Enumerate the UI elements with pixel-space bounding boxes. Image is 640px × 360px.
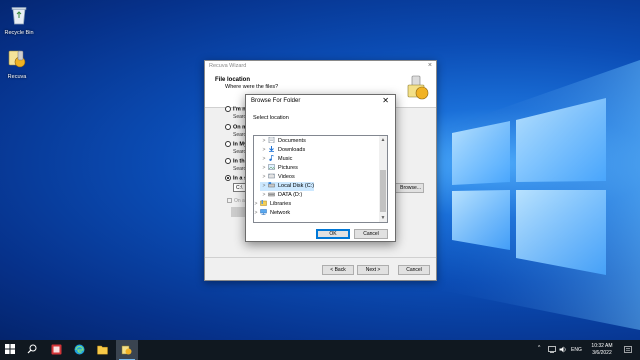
expand-arrow-icon[interactable]: >	[260, 173, 268, 182]
tree-scrollbar[interactable]: ▲ ▼	[379, 136, 387, 222]
downloads-icon	[269, 145, 274, 152]
tree-item-network[interactable]: > Network	[254, 208, 291, 218]
scrollbar-thumb[interactable]	[380, 170, 386, 212]
radio-button[interactable]	[225, 124, 231, 130]
expand-arrow-icon[interactable]: >	[254, 209, 260, 218]
taskbar-clock[interactable]: 10:32 AM 3/6/2022	[590, 343, 614, 356]
scroll-up-arrow-icon[interactable]: ▲	[379, 136, 387, 144]
tree-item-label: Libraries	[270, 201, 292, 207]
taskbar-edge[interactable]	[69, 340, 91, 360]
tree-item-label: Network	[270, 210, 291, 216]
deep-scan-option[interactable]: On a	[227, 198, 245, 204]
start-button[interactable]	[0, 340, 22, 360]
desktop-icon-label: Recuva	[7, 74, 27, 80]
recycle-bin-icon	[11, 7, 27, 25]
dialog-titlebar[interactable]: Browse For Folder ✕	[246, 95, 395, 109]
notifications-icon[interactable]	[624, 346, 632, 354]
windows-start-icon	[5, 344, 15, 354]
option-label: I'm n	[233, 106, 246, 113]
next-button[interactable]: Next >	[357, 265, 389, 275]
tree-item-label: Local Disk (C:)	[278, 183, 315, 189]
desktop-icon-recycle-bin[interactable]: Recycle Bin	[2, 4, 36, 36]
radio-button[interactable]	[225, 141, 231, 147]
folder-icon	[97, 345, 108, 355]
wizard-title: Recuva Wizard	[209, 63, 247, 69]
taskbar: ^ ENG 10:32 AM 3/6/2022	[0, 340, 640, 360]
dialog-title: Browse For Folder	[251, 98, 301, 104]
app-window-icon	[51, 344, 62, 355]
expand-arrow-icon[interactable]: >	[260, 137, 268, 146]
close-icon[interactable]: ✕	[382, 96, 389, 105]
radio-button[interactable]	[225, 106, 231, 112]
expand-arrow-icon[interactable]: >	[260, 146, 268, 155]
taskbar-search-button[interactable]	[22, 340, 44, 360]
tree-item-documents[interactable]: > Documents	[260, 136, 306, 146]
option-radio-3[interactable]: In My	[225, 141, 247, 147]
recuva-icon	[8, 50, 26, 68]
taskbar-recuva[interactable]	[116, 340, 138, 360]
checkbox[interactable]	[227, 198, 232, 204]
tree-item-label: Music	[278, 156, 293, 162]
wizard-titlebar[interactable]: Recuva Wizard ×	[205, 61, 436, 72]
tree-item-libraries[interactable]: > Libraries	[254, 199, 292, 209]
recuva-taskbar-icon	[121, 345, 132, 355]
taskbar-app-red[interactable]	[46, 340, 68, 360]
drive-icon	[268, 192, 275, 196]
clock-time: 10:32 AM	[591, 343, 613, 349]
option-label: In th	[233, 158, 245, 165]
tree-item-pictures[interactable]: > Pictures	[260, 163, 298, 173]
search-icon	[27, 344, 37, 354]
volume-icon[interactable]	[559, 346, 567, 353]
radio-button-selected[interactable]	[225, 175, 231, 181]
clock-date: 3/6/2022	[592, 350, 612, 356]
expand-arrow-icon[interactable]: >	[260, 155, 268, 164]
checkbox-label: On a	[234, 198, 245, 204]
tree-item-music[interactable]: > Music	[260, 154, 293, 164]
desktop-icon-label: Recycle Bin	[4, 30, 34, 36]
wizard-close-icon[interactable]: ×	[428, 62, 432, 69]
edge-browser-icon	[74, 344, 85, 355]
network-status-icon[interactable]	[548, 346, 556, 353]
browse-button[interactable]: Browse...	[392, 183, 424, 193]
dialog-prompt: Select location	[253, 115, 289, 121]
option-radio-4[interactable]: In th	[225, 158, 245, 164]
tree-item-downloads[interactable]: > Downloads	[260, 145, 306, 155]
wizard-subheading: Where were the files?	[225, 84, 279, 90]
back-button[interactable]: < Back	[322, 265, 354, 275]
tree-item-label: Documents	[278, 138, 306, 144]
folder-tree[interactable]: > Documents > Downloads > Music > Pictures >…	[253, 135, 388, 223]
documents-icon	[268, 136, 275, 143]
network-icon	[260, 208, 267, 215]
libraries-icon	[260, 199, 267, 206]
input-language-indicator[interactable]: ENG	[571, 347, 582, 353]
tree-item-videos[interactable]: > Videos	[260, 173, 295, 182]
desktop-icon-recuva[interactable]: Recuva	[0, 48, 34, 80]
expand-arrow-icon[interactable]: >	[260, 164, 268, 173]
wizard-cancel-button[interactable]: Cancel	[398, 265, 430, 275]
music-icon	[269, 154, 274, 161]
taskbar-file-explorer[interactable]	[92, 340, 114, 360]
expand-arrow-icon[interactable]: >	[254, 200, 260, 209]
tree-item-label: Downloads	[278, 147, 306, 153]
option-radio-1[interactable]: I'm n	[225, 106, 246, 112]
scroll-down-arrow-icon[interactable]: ▼	[379, 214, 387, 222]
browse-for-folder-dialog: Browse For Folder ✕ Select location > Doc…	[245, 94, 396, 242]
videos-icon	[268, 173, 275, 178]
tree-item-label: Pictures	[278, 165, 298, 171]
tree-item-label: Videos	[278, 174, 295, 180]
divider	[205, 257, 436, 258]
option-radio-5[interactable]: In a s	[225, 175, 247, 181]
dialog-cancel-button[interactable]: Cancel	[354, 229, 388, 239]
pictures-icon	[268, 163, 275, 170]
ok-button[interactable]: OK	[316, 229, 350, 239]
recuva-logo-icon	[407, 75, 429, 100]
radio-button[interactable]	[225, 158, 231, 164]
wizard-heading: File location	[215, 77, 251, 83]
expand-arrow-icon[interactable]: >	[260, 182, 268, 191]
option-radio-2[interactable]: On m	[225, 124, 247, 130]
tree-item-label: DATA (D:)	[278, 192, 303, 198]
tray-overflow-chevron-icon[interactable]: ^	[538, 345, 540, 351]
drive-icon	[268, 181, 275, 187]
